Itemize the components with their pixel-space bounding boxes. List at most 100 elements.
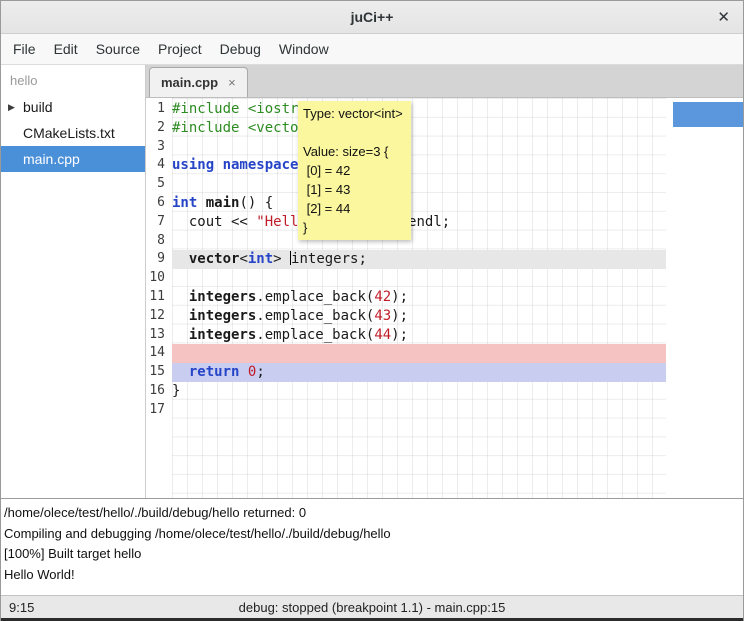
line-number-8[interactable]: 8 [146,232,172,251]
code-token: ); [391,289,408,305]
tooltip-line: } [303,218,406,237]
code-line-10[interactable] [172,269,666,288]
code-token: integers; [291,251,367,267]
code-line-7[interactable]: cout << "Hello World!" << endl; [172,213,666,232]
code-line-3[interactable] [172,138,666,157]
window-close-button[interactable]: ✕ [717,8,730,26]
line-number-10[interactable]: 10 [146,269,172,288]
line-number-15[interactable]: 15 [146,363,172,382]
code-line-11[interactable]: integers.emplace_back(42); [172,288,666,307]
code-token: 44 [374,327,391,343]
code-line-14[interactable] [172,344,666,363]
code-line-13[interactable]: integers.emplace_back(44); [172,326,666,345]
code-token: 43 [374,308,391,324]
line-number-11[interactable]: 11 [146,288,172,307]
code-line-1[interactable]: #include <iostream> [172,100,666,119]
code-token [172,308,189,324]
tab-label: main.cpp [161,75,218,90]
app-window: juCi++ ✕ FileEditSourceProjectDebugWindo… [0,0,744,621]
code-editor: 1234567891011121314151617 #include <iost… [146,98,743,498]
tooltip-line: [2] = 44 [303,199,406,218]
line-number-9[interactable]: 9 [146,250,172,269]
expander-arrow-icon[interactable]: ▶ [8,102,15,113]
code-token: 42 [374,289,391,305]
menu-file[interactable]: File [4,34,45,64]
tooltip-line: [1] = 43 [303,180,406,199]
output-panel[interactable]: /home/olece/test/hello/./build/debug/hel… [1,498,743,595]
code-line-16[interactable]: } [172,382,666,401]
code-line-2[interactable]: #include <vector> [172,119,666,138]
code-token: < [239,251,247,267]
code-token: cout << [172,214,256,230]
editor-right-margin [666,98,743,498]
scrollbar-thumb[interactable] [673,102,743,127]
tooltip-line: Type: vector<int> [303,104,406,123]
code-line-17[interactable] [172,401,666,420]
code-token [197,195,205,211]
tooltip-line: Value: size=3 { [303,142,406,161]
line-number-7[interactable]: 7 [146,213,172,232]
code-token: return [189,364,240,380]
code-token: int [172,195,197,211]
line-number-16[interactable]: 16 [146,382,172,401]
menu-edit[interactable]: Edit [45,34,87,64]
tab-main-cpp[interactable]: main.cpp × [149,67,248,97]
menu-source[interactable]: Source [87,34,149,64]
line-number-5[interactable]: 5 [146,175,172,194]
menu-window[interactable]: Window [270,34,338,64]
code-token: ); [391,308,408,324]
menu-project[interactable]: Project [149,34,211,64]
code-token: .emplace_back( [256,327,374,343]
menubar: FileEditSourceProjectDebugWindow [1,34,743,65]
file-tree-item-build[interactable]: ▶ build [1,94,145,120]
file-label: build [23,99,53,115]
code-token: ); [391,327,408,343]
line-number-1[interactable]: 1 [146,100,172,119]
line-number-14[interactable]: 14 [146,344,172,363]
tooltip-line [303,123,406,142]
line-number-17[interactable]: 17 [146,401,172,420]
code-line-4[interactable]: using namespace std; [172,156,666,175]
line-number-3[interactable]: 3 [146,138,172,157]
menu-debug[interactable]: Debug [211,34,270,64]
line-number-6[interactable]: 6 [146,194,172,213]
code-line-12[interactable]: integers.emplace_back(43); [172,307,666,326]
file-tree-item-main-cpp[interactable]: main.cpp [1,146,145,172]
code-token: > [273,251,290,267]
file-label: CMakeLists.txt [23,125,115,141]
tab-close-icon[interactable]: × [228,75,236,90]
output-line: Hello World! [4,565,740,586]
output-line: /home/olece/test/hello/./build/debug/hel… [4,503,740,524]
code-token: vector [189,251,240,267]
code-token: integers [189,289,256,305]
code-token: ; [256,364,264,380]
code-line-15[interactable]: return 0; [172,363,666,382]
code-token: int [248,251,273,267]
output-line: Compiling and debugging /home/olece/test… [4,524,740,545]
code-area[interactable]: #include <iostream>#include <vector> usin… [172,98,666,498]
line-number-4[interactable]: 4 [146,156,172,175]
code-line-9[interactable]: vector<int> integers; [172,250,666,269]
project-root-label: hello [1,65,145,94]
titlebar: juCi++ ✕ [1,1,743,34]
line-number-12[interactable]: 12 [146,307,172,326]
tooltip-line: [0] = 42 [303,161,406,180]
output-line: [100%] Built target hello [4,544,740,565]
code-token: using namespace [172,157,298,173]
code-token: .emplace_back( [256,308,374,324]
file-tree-item-cmakelists-txt[interactable]: CMakeLists.txt [1,120,145,146]
code-line-5[interactable] [172,175,666,194]
code-token: #include <vector> [172,120,315,136]
file-browser-sidebar: hello ▶ build CMakeLists.txt main.cpp [1,65,146,498]
line-number-2[interactable]: 2 [146,119,172,138]
statusbar: 9:15 debug: stopped (breakpoint 1.1) - m… [1,595,743,618]
file-label: main.cpp [23,151,80,167]
code-line-6[interactable]: int main() { [172,194,666,213]
cursor-position: 9:15 [9,600,34,615]
editor-column: main.cpp × 1234567891011121314151617 #in… [146,65,743,498]
code-token: .emplace_back( [256,289,374,305]
line-number-13[interactable]: 13 [146,326,172,345]
debug-status: debug: stopped (breakpoint 1.1) - main.c… [1,600,743,615]
code-token: main [206,195,240,211]
code-line-8[interactable] [172,232,666,251]
